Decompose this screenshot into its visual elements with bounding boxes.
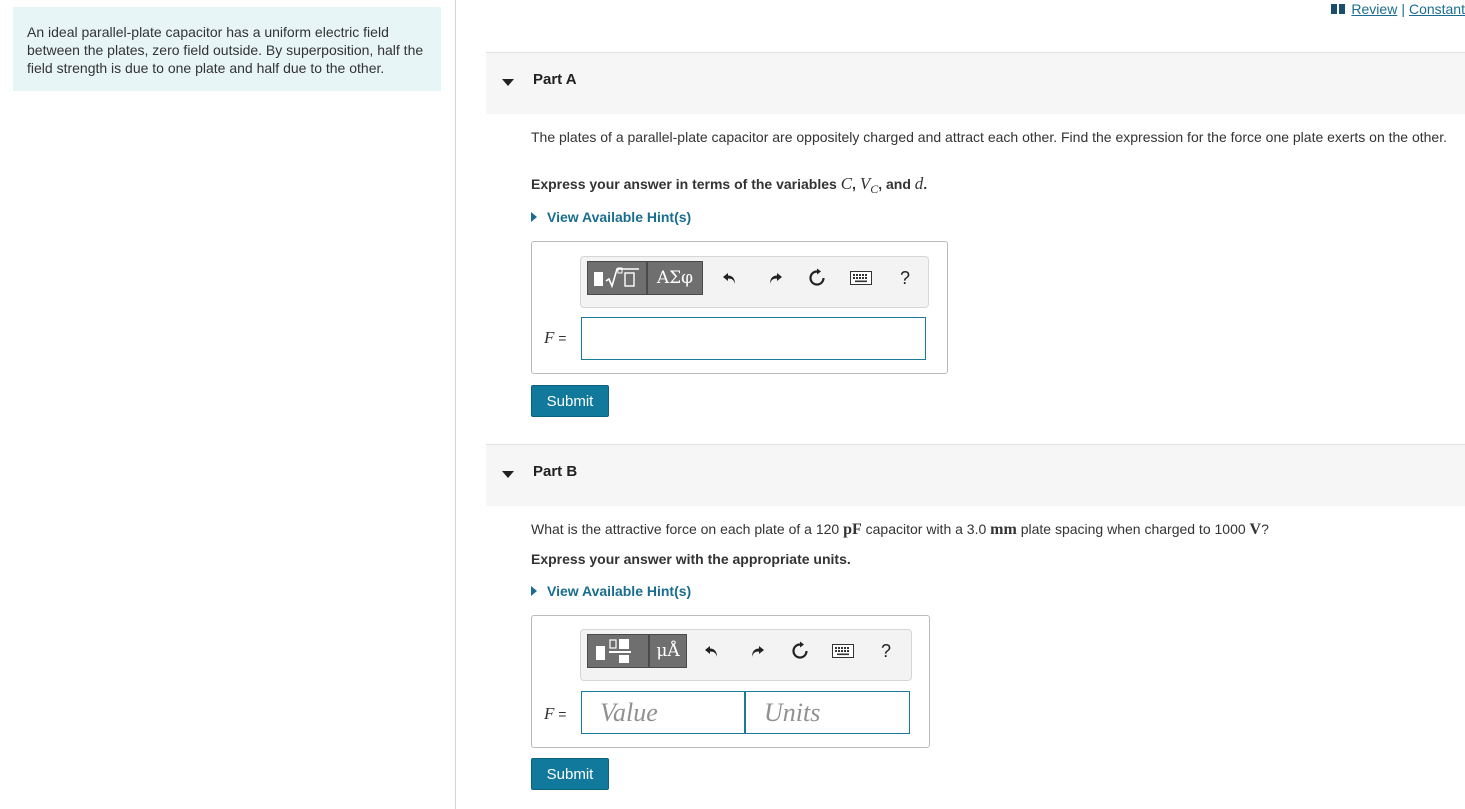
unit-picofarad: pF xyxy=(843,521,862,538)
fraction-template-icon xyxy=(596,639,631,663)
part-b-question: What is the attractive force on each pla… xyxy=(531,520,1269,539)
question-text-3: plate spacing when charged to 1000 xyxy=(1016,521,1250,537)
part-a-answer-field[interactable] xyxy=(581,317,926,360)
collapse-triangle-icon[interactable] xyxy=(502,79,514,86)
reset-icon[interactable] xyxy=(786,630,814,672)
var-v: V xyxy=(859,174,871,193)
part-b-header[interactable]: Part B xyxy=(486,444,1465,506)
top-links: Review | Constant xyxy=(1331,0,1465,18)
review-link[interactable]: Review xyxy=(1351,1,1397,17)
answer-equals: = xyxy=(554,330,567,346)
radical-template-icon xyxy=(594,267,639,289)
question-text-2: capacitor with a 3.0 xyxy=(861,521,991,537)
var-c: C xyxy=(840,174,853,193)
caret-right-icon xyxy=(531,212,537,222)
answer-var-f: F xyxy=(544,704,555,723)
redo-icon[interactable] xyxy=(743,630,771,672)
intro-panel: An ideal parallel-plate capacitor has a … xyxy=(13,7,441,91)
part-b-title: Part B xyxy=(533,463,578,480)
part-a-title: Part A xyxy=(533,71,577,88)
templates-button[interactable] xyxy=(587,634,649,668)
part-b-math-toolbar: μÅ ? xyxy=(580,629,912,681)
question-text-1: What is the attractive force on each pla… xyxy=(531,521,844,537)
part-a-answer-input[interactable] xyxy=(582,318,925,359)
part-b-hint-link[interactable]: View Available Hint(s) xyxy=(531,583,691,599)
value-field[interactable] xyxy=(581,691,745,734)
instruction-sep-2: , and xyxy=(878,176,915,192)
part-b-instruction: Express your answer with the appropriate… xyxy=(531,551,851,567)
unit-millimeter: mm xyxy=(990,521,1017,538)
help-button[interactable]: ? xyxy=(872,630,900,672)
greek-letters-button[interactable]: ΑΣφ xyxy=(647,261,703,295)
part-a-submit-button[interactable]: Submit xyxy=(531,385,609,417)
var-d: d xyxy=(914,174,924,193)
caret-right-icon xyxy=(531,586,537,596)
intro-text: An ideal parallel-plate capacitor has a … xyxy=(27,24,424,76)
undo-icon[interactable] xyxy=(698,630,726,672)
answer-var-f: F xyxy=(544,328,555,347)
part-a-hint-link[interactable]: View Available Hint(s) xyxy=(531,209,691,225)
units-field[interactable] xyxy=(745,691,910,734)
part-a-answer-box: ΑΣφ ? F = xyxy=(531,241,948,374)
part-a-answer-label: F = xyxy=(544,328,566,348)
link-separator: | xyxy=(1401,1,1405,17)
part-b-submit-button[interactable]: Submit xyxy=(531,758,609,790)
keyboard-icon[interactable] xyxy=(847,257,875,299)
instruction-sep-1: , xyxy=(852,176,860,192)
answer-equals: = xyxy=(554,706,567,722)
unit-volt: V xyxy=(1249,521,1262,538)
book-icon xyxy=(1331,4,1346,14)
help-button[interactable]: ? xyxy=(891,257,919,299)
part-a-instruction: Express your answer in terms of the vari… xyxy=(531,174,927,197)
templates-button[interactable] xyxy=(587,261,647,295)
undo-icon[interactable] xyxy=(716,257,744,299)
units-button[interactable]: μÅ xyxy=(649,634,687,668)
part-a-math-toolbar: ΑΣφ ? xyxy=(580,256,929,308)
part-a-question: The plates of a parallel-plate capacitor… xyxy=(531,129,1448,145)
part-a-header[interactable]: Part A xyxy=(486,52,1465,114)
units-input[interactable] xyxy=(746,692,909,733)
constants-link[interactable]: Constant xyxy=(1409,1,1465,17)
instruction-prefix: Express your answer in terms of the vari… xyxy=(531,176,841,192)
part-b-answer-box: μÅ ? F = xyxy=(531,615,930,748)
keyboard-icon[interactable] xyxy=(829,630,857,672)
redo-icon[interactable] xyxy=(761,257,789,299)
collapse-triangle-icon[interactable] xyxy=(502,471,514,478)
value-input[interactable] xyxy=(582,692,744,733)
part-a-hint-label: View Available Hint(s) xyxy=(547,209,692,225)
instruction-suffix: . xyxy=(923,176,928,192)
panel-divider xyxy=(455,0,456,809)
reset-icon[interactable] xyxy=(803,257,831,299)
part-b-hint-label: View Available Hint(s) xyxy=(547,583,692,599)
part-b-answer-label: F = xyxy=(544,704,566,724)
question-text-4: ? xyxy=(1261,521,1269,537)
